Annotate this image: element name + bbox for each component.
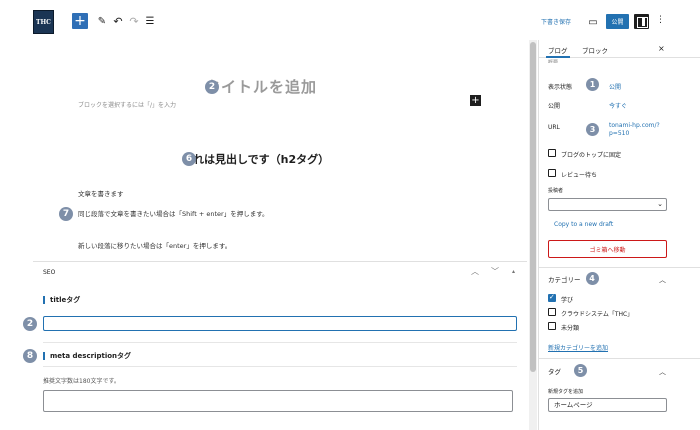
- meta-description-help: 推奨文字数は180文字です。: [43, 378, 120, 385]
- paragraph-block[interactable]: 新しい段落に移りたい場合は「enter」を押します。: [78, 240, 231, 250]
- logo-text: THC: [36, 18, 51, 26]
- site-logo[interactable]: THC: [33, 10, 54, 34]
- category-label: 未分類: [561, 325, 580, 332]
- divider: [539, 267, 700, 268]
- inline-inserter-button[interactable]: +: [470, 95, 481, 106]
- categories-title: カテゴリー: [548, 275, 581, 284]
- category-label: 学び: [561, 297, 574, 304]
- seo-metabox: SEO ︿ ﹀ ▴ titleタグ 2 8 meta descriptionタグ…: [23, 261, 527, 430]
- tag-input[interactable]: ホームページ: [548, 398, 667, 412]
- publish-date-label: 公開: [548, 103, 561, 110]
- title-tag-label: titleタグ: [43, 296, 80, 304]
- undo-icon[interactable]: ↶: [110, 13, 126, 29]
- divider: [43, 342, 517, 343]
- annotation-badge: 2: [205, 79, 219, 94]
- meta-description-label: meta descriptionタグ: [43, 352, 131, 360]
- heading-text[interactable]: これは見出しです（h2タグ）: [182, 151, 329, 167]
- scrollbar-thumb[interactable]: [530, 42, 536, 372]
- category-checkbox-learning[interactable]: [548, 293, 556, 302]
- summary-section-title[interactable]: 概要: [548, 59, 558, 63]
- block-appender-hint[interactable]: ブロックを選択するには「/」を入力: [78, 100, 176, 109]
- annotation-badge: 2: [23, 317, 37, 331]
- publish-button[interactable]: 公開: [606, 14, 629, 29]
- copy-to-draft-link[interactable]: Copy to a new draft: [554, 221, 613, 228]
- annotation-badge: 7: [59, 207, 73, 221]
- visibility-label: 表示状態: [548, 84, 573, 91]
- settings-sidebar: ブログ ブロック × 概要 表示状態 1 公開 公開 今すぐ URL 3 ton…: [538, 40, 700, 430]
- chevron-up-icon[interactable]: ︿: [659, 367, 666, 377]
- block-inserter-button[interactable]: +: [72, 13, 88, 29]
- divider: [43, 366, 517, 367]
- move-up-icon[interactable]: ︿: [471, 266, 479, 277]
- category-checkbox-cloud[interactable]: [548, 308, 556, 316]
- collapse-toggle-icon[interactable]: ▴: [512, 268, 515, 275]
- pending-review-label: レビュー待ち: [561, 172, 598, 179]
- tab-post[interactable]: ブログ: [546, 45, 569, 58]
- annotation-badge: 8: [23, 349, 37, 363]
- settings-toggle-icon[interactable]: [634, 14, 649, 29]
- tags-title: タグ: [548, 367, 561, 376]
- divider: [539, 358, 700, 359]
- move-to-trash-button[interactable]: ゴミ箱へ移動: [548, 240, 667, 258]
- publish-date-value[interactable]: 今すぐ: [609, 101, 627, 110]
- move-down-icon[interactable]: ﹀: [491, 266, 499, 277]
- new-tag-label: 新規タグを追加: [548, 389, 584, 395]
- edit-tool-icon[interactable]: ✎: [94, 13, 110, 29]
- chevron-down-icon: ⌄: [657, 200, 663, 208]
- save-draft-button[interactable]: 下書き保存: [541, 17, 571, 26]
- annotation-badge: 6: [182, 152, 196, 166]
- annotation-badge: 1: [586, 78, 599, 91]
- chevron-up-icon[interactable]: ︿: [659, 275, 666, 285]
- tab-block[interactable]: ブロック: [582, 45, 608, 55]
- close-icon[interactable]: ×: [658, 44, 665, 53]
- annotation-badge: 4: [585, 272, 599, 285]
- annotation-badge: 3: [586, 123, 599, 136]
- more-options-icon[interactable]: ⋮: [656, 15, 665, 25]
- category-checkbox-uncategorized[interactable]: [548, 322, 556, 330]
- post-title-placeholder[interactable]: タイトルを追加: [205, 76, 317, 97]
- editor-canvas: 2 タイトルを追加 ブロックを選択するには「/」を入力 + 6 これは見出しです…: [33, 40, 527, 262]
- preview-icon[interactable]: ▭: [585, 14, 601, 30]
- seo-metabox-title: SEO: [43, 269, 56, 276]
- post-title[interactable]: 2 タイトルを追加: [205, 76, 317, 97]
- url-label: URL: [548, 124, 560, 131]
- categories-panel-toggle[interactable]: カテゴリー 4: [548, 272, 599, 285]
- heading-block[interactable]: 6 これは見出しです（h2タグ）: [182, 151, 329, 167]
- sidebar-tabs: ブログ ブロック ×: [539, 40, 700, 58]
- document-overview-icon[interactable]: ☰: [142, 13, 158, 29]
- sticky-checkbox[interactable]: [548, 149, 556, 157]
- editor-toolbar: THC + ✎ ↶ ↷ ☰ 下書き保存 ▭ 公開 ⋮: [0, 0, 700, 40]
- author-label: 投稿者: [548, 188, 564, 194]
- url-value-line2[interactable]: p=510: [609, 130, 629, 137]
- meta-description-textarea[interactable]: [43, 390, 513, 412]
- sticky-label: ブログのトップに固定: [561, 152, 622, 159]
- paragraph-block[interactable]: 文章を書きます: [78, 188, 124, 198]
- title-tag-input[interactable]: [43, 316, 517, 331]
- url-value-line1[interactable]: tonami-hp.com/?: [609, 122, 660, 129]
- redo-icon[interactable]: ↷: [126, 13, 142, 29]
- category-label: クラウドシステム「THC」: [561, 311, 634, 318]
- paragraph-block[interactable]: 同じ段落で文章を書きたい場合は「Shift + enter」を押します。: [78, 208, 269, 218]
- pending-review-checkbox[interactable]: [548, 169, 556, 177]
- visibility-value[interactable]: 公開: [609, 82, 621, 91]
- annotation-badge: 5: [574, 364, 587, 377]
- tags-panel-toggle[interactable]: タグ 5: [548, 364, 587, 377]
- author-select[interactable]: ⌄: [548, 198, 667, 211]
- add-category-link[interactable]: 新規カテゴリーを追加: [548, 343, 608, 352]
